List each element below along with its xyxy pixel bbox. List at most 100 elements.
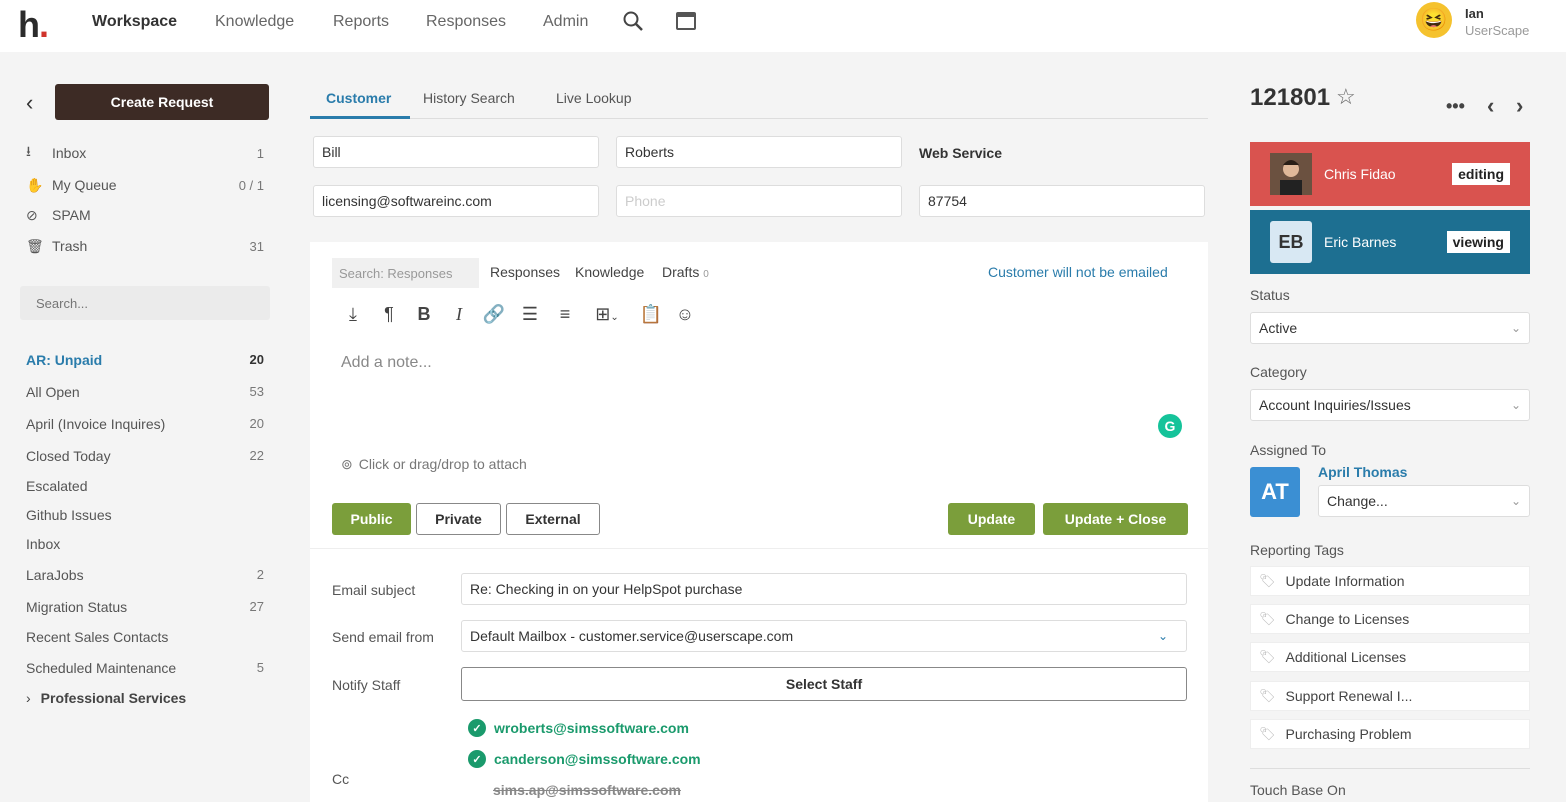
download-icon[interactable]: ⤓ — [341, 304, 365, 325]
send-from-select[interactable]: Default Mailbox - customer.service@users… — [461, 620, 1187, 652]
note-input[interactable]: Add a note... — [341, 354, 432, 372]
filter-escalated[interactable]: Escalated — [26, 478, 264, 498]
email-subject-field[interactable]: Re: Checking in on your HelpSpot purchas… — [461, 573, 1187, 605]
grammarly-icon[interactable]: G — [1158, 414, 1182, 438]
editor-tab-drafts[interactable]: Drafts 0 — [662, 264, 709, 280]
filter-count: 2 — [256, 567, 264, 582]
status-label: Status — [1250, 287, 1290, 303]
more-icon[interactable]: ••• — [1446, 96, 1465, 117]
back-arrow-icon[interactable]: ‹ — [26, 90, 33, 116]
status-select[interactable]: Active ⌄ — [1250, 312, 1530, 344]
create-request-button[interactable]: Create Request — [55, 84, 269, 120]
user-avatar[interactable]: 😆 — [1416, 2, 1452, 38]
reporting-tag[interactable]: 🏷 Update Information — [1250, 566, 1530, 596]
category-select[interactable]: Account Inquiries/Issues ⌄ — [1250, 389, 1530, 421]
tab-customer[interactable]: Customer — [326, 90, 391, 106]
cc-email: wroberts@simssoftware.com — [494, 720, 689, 736]
window-icon[interactable] — [675, 11, 697, 34]
tab-live-lookup[interactable]: Live Lookup — [556, 90, 632, 106]
filter-ar-unpaid[interactable]: AR: Unpaid 20 — [26, 352, 264, 372]
reporting-tag[interactable]: 🏷 Change to Licenses — [1250, 604, 1530, 634]
attach-area[interactable]: ⊚ Click or drag/drop to attach — [341, 456, 527, 473]
nav-responses[interactable]: Responses — [426, 13, 506, 31]
customer-id-field[interactable]: 87754 — [919, 185, 1205, 217]
nav-reports[interactable]: Reports — [333, 13, 389, 31]
tab-history-search[interactable]: History Search — [423, 90, 515, 106]
reporting-tag[interactable]: 🏷 Purchasing Problem — [1250, 719, 1530, 749]
mailbox-label: Trash — [52, 238, 88, 254]
paragraph-icon[interactable]: ¶ — [377, 304, 401, 325]
filter-count: 27 — [249, 599, 264, 614]
cc-recipient[interactable]: ✓ wroberts@simssoftware.com — [468, 719, 689, 737]
touch-base-label: Touch Base On — [1250, 782, 1346, 798]
mailbox-count: 1 — [256, 145, 264, 161]
link-icon[interactable]: 🔗 — [482, 304, 506, 325]
mailbox-inbox[interactable]: ⭳ Inbox 1 — [26, 142, 264, 164]
private-button[interactable]: Private — [416, 503, 501, 535]
logo[interactable]: h. — [18, 4, 49, 46]
sidebar-search-input[interactable] — [20, 286, 270, 320]
filter-inbox[interactable]: Inbox — [26, 536, 264, 556]
filter-github-issues[interactable]: Github Issues — [26, 507, 264, 527]
user-name[interactable]: Ian — [1465, 6, 1484, 21]
external-button[interactable]: External — [506, 503, 600, 535]
tag-label: Update Information — [1285, 573, 1405, 589]
numbered-list-icon[interactable]: ≡ — [553, 304, 577, 325]
search-icon[interactable] — [622, 10, 644, 35]
mailbox-count: 0 / 1 — [238, 177, 264, 193]
filter-label: Closed Today — [26, 448, 111, 464]
select-staff-button[interactable]: Select Staff — [461, 667, 1187, 701]
table-icon[interactable]: ⊞⌄ — [590, 304, 624, 325]
filter-migration-status[interactable]: Migration Status 27 — [26, 599, 264, 619]
inbox-icon: ⭳ — [26, 143, 31, 159]
spam-icon: ⊘ — [26, 206, 38, 223]
assignee-name[interactable]: April Thomas — [1318, 464, 1407, 480]
editor-tab-knowledge[interactable]: Knowledge — [575, 264, 644, 280]
emoji-icon[interactable]: ☺ — [673, 304, 697, 325]
chevron-left-icon[interactable]: ‹ — [1487, 93, 1494, 119]
assignee-select[interactable]: Change... ⌄ — [1318, 485, 1530, 517]
cc-recipient[interactable]: ✓ canderson@simssoftware.com — [468, 750, 701, 768]
first-name-field[interactable]: Bill — [313, 136, 599, 168]
trash-icon: 🗑 — [26, 237, 44, 254]
attach-label: Click or drag/drop to attach — [358, 456, 527, 472]
service-label: Web Service — [919, 145, 1003, 161]
nav-knowledge[interactable]: Knowledge — [215, 13, 294, 31]
card-divider — [310, 548, 1208, 549]
chevron-down-icon: ⌄ — [1510, 494, 1521, 508]
filter-april[interactable]: April (Invoice Inquires) 20 — [26, 416, 264, 436]
mailbox-trash[interactable]: 🗑 Trash 31 — [26, 235, 264, 257]
filter-group-professional-services[interactable]: › Professional Services — [26, 690, 186, 706]
paste-icon[interactable]: 📋 — [639, 304, 663, 325]
filter-recent-sales[interactable]: Recent Sales Contacts — [26, 629, 264, 649]
cc-recipient-disabled[interactable]: sims.ap@simssoftware.com — [493, 782, 681, 798]
filter-scheduled-maintenance[interactable]: Scheduled Maintenance 5 — [26, 660, 264, 680]
hand-icon: ✋ — [26, 176, 44, 193]
nav-workspace[interactable]: Workspace — [92, 13, 177, 31]
mailbox-my-queue[interactable]: ✋ My Queue 0 / 1 — [26, 174, 264, 196]
last-name-field[interactable]: Roberts — [616, 136, 902, 168]
mailbox-spam[interactable]: ⊘ SPAM — [26, 204, 264, 226]
bold-icon[interactable]: B — [412, 304, 436, 325]
nav-admin[interactable]: Admin — [543, 13, 588, 31]
reporting-tag[interactable]: 🏷 Additional Licenses — [1250, 642, 1530, 672]
search-responses-input[interactable]: Search: Responses — [332, 258, 479, 288]
reporting-tag[interactable]: 🏷 Support Renewal I... — [1250, 681, 1530, 711]
filter-label: Github Issues — [26, 507, 112, 523]
chevron-right-icon[interactable]: › — [1516, 93, 1523, 119]
filter-closed-today[interactable]: Closed Today 22 — [26, 448, 264, 468]
filter-all-open[interactable]: All Open 53 — [26, 384, 264, 404]
public-button[interactable]: Public — [332, 503, 411, 535]
italic-icon[interactable]: I — [447, 304, 471, 325]
email-field[interactable]: licensing@softwareinc.com — [313, 185, 599, 217]
filter-group-label: Professional Services — [40, 690, 187, 706]
phone-field[interactable]: Phone — [616, 185, 902, 217]
star-icon[interactable]: ☆ — [1336, 84, 1356, 110]
filter-larajobs[interactable]: LaraJobs 2 — [26, 567, 264, 587]
update-close-button[interactable]: Update + Close — [1043, 503, 1188, 535]
notify-message[interactable]: Customer will not be emailed — [988, 264, 1168, 280]
avatar: EB — [1270, 221, 1312, 263]
editor-tab-responses[interactable]: Responses — [490, 264, 560, 280]
bullet-list-icon[interactable]: ☰ — [518, 304, 542, 325]
update-button[interactable]: Update — [948, 503, 1035, 535]
